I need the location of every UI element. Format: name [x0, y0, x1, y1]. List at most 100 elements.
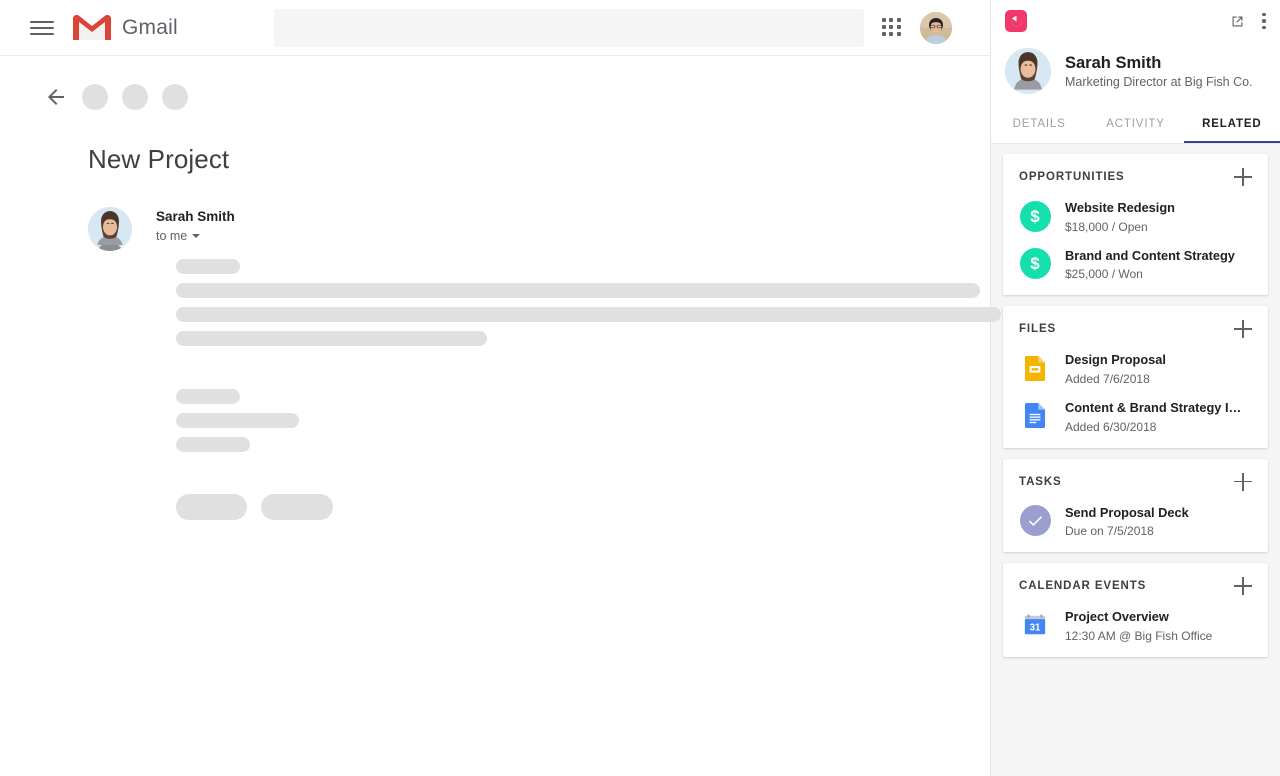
list-item-text: Project Overview 12:30 AM @ Big Fish Off… [1065, 609, 1212, 643]
more-vertical-icon[interactable] [1262, 12, 1266, 30]
item-title: Design Proposal [1065, 352, 1166, 368]
card-tasks: TASKS Send Proposal Deck Due on 7/5/2018 [1003, 458, 1268, 553]
account-avatar[interactable] [920, 11, 952, 44]
calendar-glyph: 31 [1024, 614, 1046, 635]
recipients-label: to me [156, 229, 188, 243]
list-item-text: Design Proposal Added 7/6/2018 [1065, 352, 1166, 386]
list-item[interactable]: 31 Project Overview 12:30 AM @ Big Fish … [1019, 609, 1252, 643]
message-placeholder-buttons [176, 494, 950, 520]
svg-text:31: 31 [1030, 623, 1041, 634]
placeholder-line [176, 389, 240, 404]
list-item[interactable]: Send Proposal Deck Due on 7/5/2018 [1019, 505, 1252, 539]
list-item[interactable]: $ Brand and Content Strategy $25,000 / W… [1019, 248, 1252, 282]
toolbar-action-3[interactable] [162, 84, 188, 110]
chevron-down-icon [192, 234, 201, 238]
avatar-photo [920, 11, 952, 44]
item-subtitle: $25,000 / Won [1065, 267, 1143, 282]
placeholder-button[interactable] [261, 494, 333, 520]
hamburger-icon[interactable] [30, 16, 54, 40]
back-arrow-icon[interactable] [44, 85, 68, 109]
card-header: OPPORTUNITIES [1019, 168, 1252, 186]
message-placeholder-block-2 [176, 389, 950, 452]
list-item[interactable]: $ Website Redesign $18,000 / Open [1019, 200, 1252, 234]
dollar-circle-icon: $ [1019, 248, 1051, 280]
plus-icon[interactable] [1234, 577, 1252, 596]
message-header: Sarah Smith to me [88, 207, 950, 251]
gmail-header-actions [882, 11, 974, 44]
gmail-logo[interactable]: Gmail [72, 13, 178, 43]
section-title: FILES [1019, 323, 1057, 336]
list-item-text: Brand and Content Strategy $25,000 / Won [1065, 248, 1235, 282]
contact-avatar[interactable] [1005, 48, 1051, 94]
tab-related[interactable]: RELATED [1183, 108, 1280, 143]
plus-icon[interactable] [1234, 168, 1252, 186]
card-header: FILES [1019, 320, 1252, 339]
card-files: FILES Design Proposal Added 7/6/2018 Con… [1003, 306, 1268, 448]
message-placeholder-block-1 [176, 259, 1001, 346]
gmail-m-icon [73, 14, 111, 40]
card-opportunities: OPPORTUNITIES $ Website Redesign $18,000… [1003, 154, 1268, 296]
toolbar-action-2[interactable] [122, 84, 148, 110]
sender-name: Sarah Smith [156, 209, 235, 224]
placeholder-line [176, 331, 487, 346]
item-title: Project Overview [1065, 609, 1169, 625]
item-subtitle: 12:30 AM @ Big Fish Office [1065, 628, 1213, 643]
logo-glyph [1010, 15, 1022, 27]
docs-glyph [1025, 403, 1045, 429]
page-title: New Project [88, 144, 230, 174]
list-item-text: Website Redesign $18,000 / Open [1065, 200, 1175, 234]
item-subtitle: $18,000 / Open [1065, 219, 1148, 234]
placeholder-line [176, 437, 250, 452]
item-subtitle: Due on 7/5/2018 [1065, 524, 1154, 539]
item-title: Website Redesign [1065, 200, 1175, 215]
item-title: Send Proposal Deck [1065, 504, 1189, 520]
search-input[interactable] [273, 8, 864, 47]
section-title: OPPORTUNITIES [1019, 171, 1125, 183]
placeholder-button[interactable] [176, 494, 247, 520]
app-logo-icon[interactable] [1005, 10, 1027, 32]
card-header: TASKS [1019, 472, 1252, 491]
sender-avatar[interactable] [88, 207, 132, 251]
contact-name: Sarah Smith [1065, 53, 1162, 72]
tab-details[interactable]: DETAILS [991, 108, 1087, 143]
tab-activity[interactable]: ACTIVITY [1087, 108, 1183, 143]
item-title: Brand and Content Strategy [1065, 247, 1235, 263]
mail-body: New Project Sarah Smith to me [0, 144, 1001, 520]
dollar-circle-icon: $ [1019, 200, 1051, 232]
list-item-text: Send Proposal Deck Due on 7/5/2018 [1065, 505, 1189, 539]
check-circle-icon [1019, 505, 1051, 537]
slides-glyph [1025, 355, 1045, 381]
plus-icon[interactable] [1234, 472, 1252, 491]
message-meta: Sarah Smith to me [156, 207, 235, 251]
panel-content[interactable]: OPPORTUNITIES $ Website Redesign $18,000… [991, 144, 1280, 776]
recipients-toggle[interactable]: to me [156, 229, 235, 243]
open-in-new-icon[interactable] [1229, 13, 1246, 30]
card-header: CALENDAR EVENTS [1019, 577, 1252, 596]
item-title: Content & Brand Strategy Invo… [1065, 399, 1245, 415]
item-subtitle: Added 6/30/2018 [1065, 419, 1157, 434]
panel-toolbar [991, 0, 1280, 42]
plus-icon[interactable] [1234, 320, 1252, 339]
section-title: TASKS [1019, 475, 1062, 488]
gmail-wordmark: Gmail [122, 15, 178, 39]
toolbar-action-1[interactable] [82, 84, 108, 110]
open-in-new-glyph [1232, 16, 1243, 26]
panel-actions [1229, 12, 1266, 30]
google-docs-icon [1019, 400, 1051, 432]
list-item-text: Content & Brand Strategy Invo… Added 6/3… [1065, 400, 1245, 434]
google-calendar-icon: 31 [1019, 609, 1051, 641]
placeholder-line [176, 283, 980, 298]
check-glyph [1028, 516, 1042, 527]
crm-panel: Sarah Smith Marketing Director at Big Fi… [990, 0, 1280, 776]
list-item[interactable]: Content & Brand Strategy Invo… Added 6/3… [1019, 400, 1252, 434]
placeholder-line [176, 259, 240, 274]
section-title: CALENDAR EVENTS [1019, 580, 1147, 593]
mail-toolbar [0, 56, 990, 110]
card-calendar-events: CALENDAR EVENTS 31 Project Overview 12:3… [1003, 563, 1268, 657]
item-subtitle: Added 7/6/2018 [1065, 371, 1150, 386]
avatar-photo [88, 207, 132, 251]
list-item[interactable]: Design Proposal Added 7/6/2018 [1019, 352, 1252, 386]
apps-grid-icon[interactable] [882, 17, 902, 38]
app-root: Gmail New Project Sarah Smith to me Sara… [0, 0, 1280, 776]
placeholder-line [176, 413, 299, 428]
